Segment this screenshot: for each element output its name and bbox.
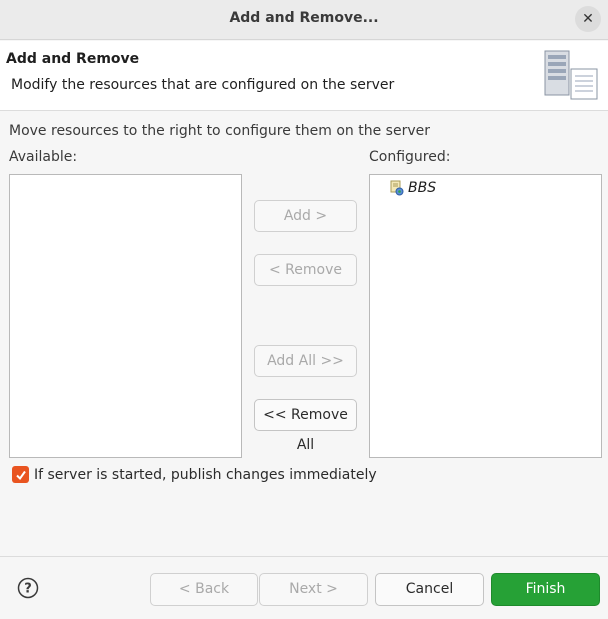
publish-checkbox-label: If server is started, publish changes im…	[34, 466, 377, 483]
configured-list[interactable]: BBS	[369, 174, 602, 458]
page-description: Modify the resources that are configured…	[11, 77, 395, 93]
server-banner-icon	[544, 50, 598, 100]
configured-item-bbs[interactable]: BBS	[390, 179, 436, 197]
svg-text:?: ?	[24, 582, 32, 597]
next-button[interactable]: Next >	[259, 573, 368, 606]
footer-divider	[0, 556, 608, 557]
checkmark-icon	[15, 470, 26, 480]
cancel-button[interactable]: Cancel	[375, 573, 484, 606]
publish-checkbox[interactable]	[12, 466, 29, 483]
instructions-text: Move resources to the right to configure…	[9, 123, 430, 139]
close-icon: ✕	[582, 11, 594, 27]
wizard-header: Add and Remove Modify the resources that…	[0, 41, 608, 111]
configured-label: Configured:	[369, 149, 451, 165]
add-all-button[interactable]: Add All >>	[254, 345, 357, 377]
available-list[interactable]	[9, 174, 242, 458]
add-button[interactable]: Add >	[254, 200, 357, 232]
remove-all-button[interactable]: << Remove All	[254, 399, 357, 453]
back-button[interactable]: < Back	[150, 573, 258, 606]
title-bar: Add and Remove... ✕	[0, 0, 608, 40]
remove-button[interactable]: < Remove	[254, 254, 357, 286]
publish-option[interactable]: If server is started, publish changes im…	[12, 466, 377, 483]
available-label: Available:	[9, 149, 78, 165]
window-title: Add and Remove...	[229, 10, 379, 26]
close-button[interactable]: ✕	[575, 6, 601, 32]
configured-item-label: BBS	[408, 180, 437, 196]
web-module-icon	[390, 180, 404, 196]
help-icon[interactable]: ?	[17, 577, 39, 599]
finish-button[interactable]: Finish	[491, 573, 600, 606]
page-title: Add and Remove	[6, 51, 140, 67]
